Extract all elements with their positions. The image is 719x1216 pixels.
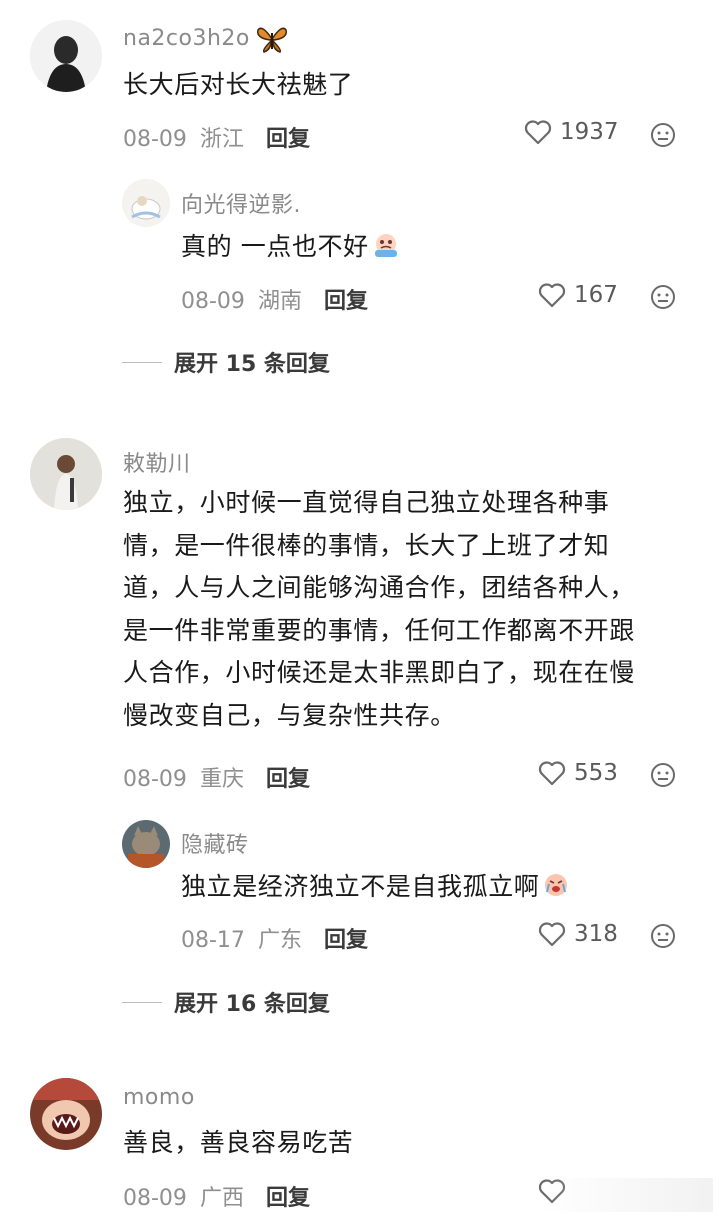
emoji-face-icon[interactable] [650,762,676,788]
emoji-face-icon[interactable] [650,923,676,949]
comment-text: 独立，小时候一直觉得自己独立处理各种事 情，是一件很棒的事情，长大了上班了才知 … [123,482,635,737]
reply-button[interactable]: 回复 [266,1180,310,1212]
comment-text-line: 情，是一件很棒的事情，长大了上班了才知 [123,530,610,560]
comment-meta: 08-09 广西 [123,1180,244,1212]
comment-location: 浙江 [199,127,244,152]
comment-text-line: 道，人与人之间能够沟通合作，团结各种人， [123,573,636,602]
reply-text-content: 独立是经济独立不是自我孤立啊 [181,872,540,901]
expand-label: 展开 16 条回复 [174,992,330,1017]
reply-location: 湖南 [257,289,302,314]
avatar[interactable] [30,438,102,510]
username[interactable]: 隐藏砖 [181,827,249,859]
comment-meta: 08-09 浙江 [123,121,244,153]
username[interactable]: na2co3h2o [123,26,250,51]
reply-button[interactable]: 回复 [324,922,368,954]
comment-meta: 08-09 重庆 [123,761,244,793]
heart-outline-icon [538,761,566,786]
heart-outline-icon [538,922,566,947]
crying-emoji-icon [545,874,568,896]
comment-text: 长大后对长大祛魅了 [123,70,354,99]
reply-location: 广东 [257,928,302,953]
reply-text: 真的 一点也不好 [181,226,401,269]
expand-replies-button[interactable]: 展开 15 条回复 [122,346,330,378]
emoji-face-icon[interactable] [650,284,676,310]
like-button[interactable]: 1937 [524,119,619,145]
expand-label: 展开 15 条回复 [174,352,330,377]
avatar[interactable] [122,179,170,227]
reply-text-content: 真的 一点也不好 [181,232,369,261]
heart-outline-icon [524,120,552,145]
butterfly-icon [256,24,288,54]
avatar[interactable] [122,820,170,868]
like-button[interactable]: 167 [538,282,618,308]
crying-emoji-icon [374,234,397,257]
emoji-face-icon[interactable] [650,122,676,148]
avatar[interactable] [30,1078,102,1150]
comment-date: 08-09 [123,127,187,152]
comment-location: 重庆 [199,767,244,792]
heart-outline-icon [538,283,566,308]
like-button[interactable]: 318 [538,921,618,947]
reply-date: 08-17 [181,928,245,953]
like-count: 1937 [560,119,619,145]
reply-button[interactable]: 回复 [266,121,310,153]
reply-meta: 08-17 广东 [181,922,302,954]
comment-text: 善良，善良容易吃苦 [123,1128,354,1157]
divider [122,1001,162,1003]
reply-text: 独立是经济独立不是自我孤立啊 [181,866,571,909]
reply-meta: 08-09 湖南 [181,283,302,315]
like-count: 553 [574,760,618,786]
like-count: 318 [574,921,618,947]
expand-replies-button[interactable]: 展开 16 条回复 [122,986,330,1018]
comment-text-line: 是一件非常重要的事情，任何工作都离不开跟 [123,615,636,645]
comment-date: 08-09 [123,767,187,792]
comment-text-line: 人合作，小时候还是太非黑即白了，现在在慢 [123,658,636,687]
avatar[interactable] [30,20,102,92]
comment-location: 广西 [199,1186,244,1211]
like-button[interactable]: 553 [538,760,618,786]
username[interactable]: momo [123,1085,195,1110]
divider [122,361,162,363]
reply-button[interactable]: 回复 [266,761,310,793]
username[interactable]: 敕勒川 [123,446,191,478]
watermark-overlay [543,1178,713,1212]
reply-date: 08-09 [181,289,245,314]
like-count: 167 [574,282,618,308]
reply-button[interactable]: 回复 [324,283,368,315]
comment-text-line: 慢改变自己，与复杂性共存。 [123,700,456,730]
username[interactable]: 向光得逆影. [181,187,301,219]
comment-date: 08-09 [123,1186,187,1211]
comment-text-line: 独立，小时候一直觉得自己独立处理各种事 [123,488,610,517]
